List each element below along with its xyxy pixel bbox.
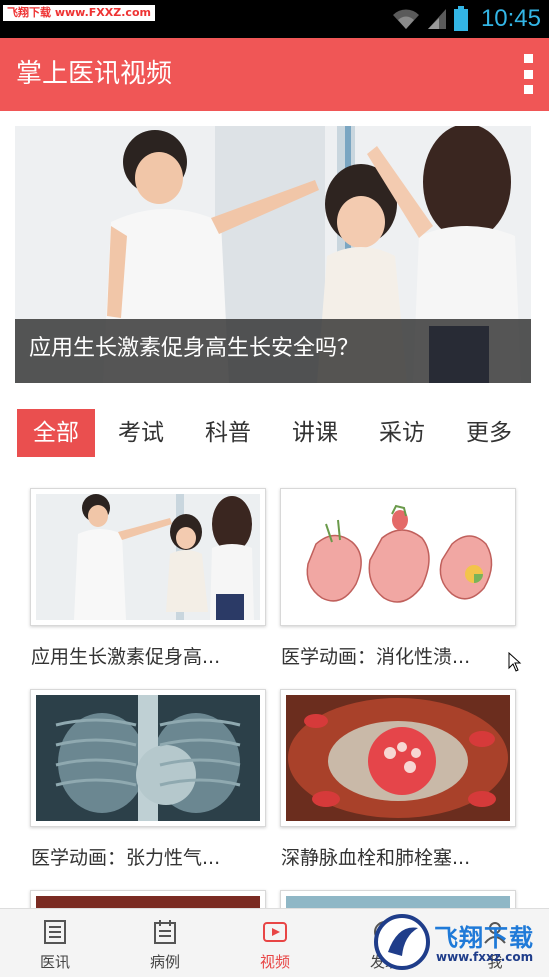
logo-mark-icon [374, 914, 430, 970]
banner-caption: 应用生长激素促身高生长安全吗？ [29, 336, 360, 361]
video-title[interactable]: 医学动画：消化性溃... [281, 643, 470, 671]
nav-label: 病例 [149, 953, 180, 971]
play-icon [263, 922, 287, 942]
video-title[interactable]: 深静脉血栓和肺栓塞... [281, 844, 470, 872]
tab-exam[interactable]: 考试 [104, 409, 178, 457]
video-card[interactable] [280, 488, 516, 626]
video-title[interactable]: 应用生长激素促身高... [31, 643, 220, 671]
status-bar: 飞翔下载 www.FXXZ.com 10:45 [0, 0, 549, 38]
nav-item-cases[interactable]: 病例 [110, 909, 220, 977]
clock: 10:45 [480, 5, 541, 32]
tab-science[interactable]: 科普 [191, 409, 265, 457]
battery-icon [453, 6, 468, 31]
banner-caption-overlay[interactable]: 应用生长激素促身高生长安全吗？ [15, 319, 531, 383]
video-thumbnail [286, 695, 510, 821]
wifi-icon [392, 9, 419, 29]
tab-interview[interactable]: 采访 [365, 409, 439, 457]
tab-all[interactable]: 全部 [17, 409, 95, 457]
nav-item-news[interactable]: 医讯 [0, 909, 110, 977]
nav-label: 医讯 [39, 953, 70, 971]
watermark-badge: 飞翔下载 www.FXXZ.com [3, 5, 155, 21]
nav-item-video[interactable]: 视频 [220, 909, 330, 977]
overflow-menu-icon[interactable] [521, 54, 535, 94]
app-title: 掌上医讯视频 [16, 59, 173, 89]
calendar-list-icon [154, 920, 176, 944]
watermark-logo: 飞翔下载 www.fxxz.com [374, 912, 544, 972]
video-card[interactable] [30, 689, 266, 827]
mouse-cursor-icon [508, 652, 522, 672]
video-card[interactable] [30, 488, 266, 626]
nav-label: 视频 [259, 953, 290, 971]
video-thumbnail [36, 695, 260, 821]
app-bar: 掌上医讯视频 [0, 38, 549, 111]
video-card[interactable] [280, 689, 516, 827]
tab-lecture[interactable]: 讲课 [278, 409, 352, 457]
category-tabs: 全部 考试 科普 讲课 采访 更多 [17, 409, 537, 457]
video-title[interactable]: 医学动画：张力性气... [31, 844, 220, 872]
document-icon [44, 920, 66, 944]
logo-url: www.fxxz.com [436, 950, 534, 964]
signal-icon [427, 9, 446, 29]
tab-more[interactable]: 更多 [452, 409, 526, 457]
video-thumbnail [36, 494, 260, 620]
logo-text: 飞翔下载 [434, 924, 534, 952]
video-thumbnail [286, 494, 510, 620]
